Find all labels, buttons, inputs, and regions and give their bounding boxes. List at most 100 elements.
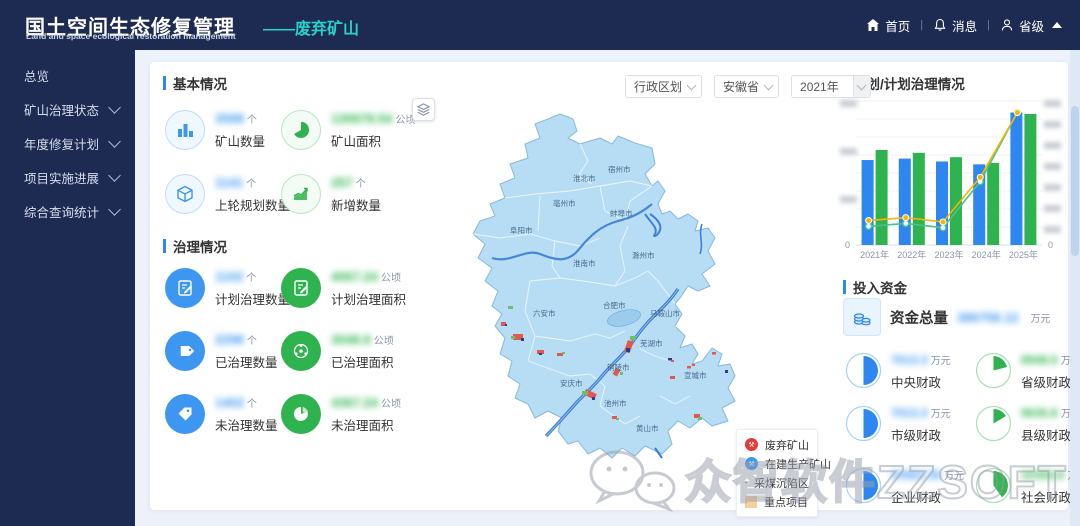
chevron-down-icon xyxy=(687,80,697,90)
fund-county: 9635.8万元 县级财政 xyxy=(975,405,1080,444)
fund-enterprise: 20563.35万元 企业财政 xyxy=(845,467,964,506)
svg-text:铜陵市: 铜陵市 xyxy=(607,362,630,372)
sidebar-item-query-stats[interactable]: 综合查询统计 xyxy=(0,194,135,228)
redacted-y-tick xyxy=(1044,226,1061,233)
map-legend: ⚒ 废弃矿山 ⚒ 在建生产矿山 采煤沉陷区 重点项目 xyxy=(736,429,818,517)
scrollbar-thumb[interactable] xyxy=(1071,106,1079,256)
funds-total: 资金总量 386758.12 万元 xyxy=(843,298,1050,336)
svg-text:2023年: 2023年 xyxy=(934,249,963,260)
coins-icon xyxy=(843,298,881,336)
chevron-down-icon xyxy=(857,80,867,90)
redacted-y-tick xyxy=(840,100,857,107)
province-select[interactable]: 安徽省 xyxy=(714,75,779,98)
stat-treated-count: 2298个 已治理数量 xyxy=(165,331,283,371)
quarter-pie-icon xyxy=(975,352,1012,389)
svg-text:马鞍山市: 马鞍山市 xyxy=(650,308,680,318)
svg-text:亳州市: 亳州市 xyxy=(553,198,576,208)
stat-mine-count: 3598个 矿山数量 xyxy=(165,110,283,150)
chevron-down-icon xyxy=(108,135,121,148)
nav-messages[interactable]: 消息 xyxy=(933,16,977,35)
quarter-pie-icon xyxy=(975,405,1012,442)
sidebar-item-mine-status[interactable]: 矿山治理状态 xyxy=(0,92,135,126)
layers-icon xyxy=(416,102,431,117)
half-pie-icon xyxy=(845,405,882,442)
sidebar-item-overview[interactable]: 总览 xyxy=(0,58,135,92)
redacted-y-tick xyxy=(1044,163,1061,170)
stat-mine-area: 130678.54公顷 矿山面积 xyxy=(281,110,399,150)
legend-key-project[interactable]: 重点项目 xyxy=(745,492,809,511)
redacted-y-tick xyxy=(1044,142,1061,149)
svg-text:滁州市: 滁州市 xyxy=(632,250,655,260)
redacted-y-tick xyxy=(840,196,857,203)
stat-new-count: 257个 新增数量 xyxy=(281,174,399,214)
network-icon xyxy=(281,331,321,371)
treatment-trend-chart: 2021年2022年2023年2024年2025年00 xyxy=(840,92,1058,270)
app-header: 国土空间生态修复管理 Land and space ecological res… xyxy=(0,0,1080,50)
bar-chart-icon xyxy=(165,110,205,150)
half-pie-icon xyxy=(845,352,882,389)
sidebar-item-project-progress[interactable]: 项目实施进展 xyxy=(0,160,135,194)
half-pie-icon xyxy=(845,467,882,504)
orange-square-marker-icon xyxy=(745,496,757,508)
svg-text:宣城市: 宣城市 xyxy=(684,370,707,380)
edit-doc-icon xyxy=(281,268,321,308)
chevron-down-icon xyxy=(108,101,121,114)
stat-planned-treat-count: 1102个 计划治理数量 xyxy=(165,268,283,308)
third-pie-icon xyxy=(975,467,1012,504)
stat-untreated-count: 1402个 未治理数量 xyxy=(165,394,283,434)
svg-text:六安市: 六安市 xyxy=(533,308,556,318)
redacted-y-tick xyxy=(1044,184,1061,191)
year-select[interactable]: 2021年 xyxy=(791,75,871,98)
section-treatment-info: 治理情况 xyxy=(163,236,227,256)
app-title-suffix: ——废弃矿山 xyxy=(263,15,359,39)
chevron-down-icon xyxy=(108,203,121,216)
sidebar: 总览 矿山治理状态 年度修复计划 项目实施进展 综合查询统计 xyxy=(0,50,135,526)
stat-prev-plan-count: 1141个 上轮规划数量 xyxy=(165,174,283,214)
user-icon xyxy=(1000,18,1014,32)
nav-separator: | xyxy=(987,19,990,31)
header-nav: 首页 | 消息 | 省级 xyxy=(866,0,1062,50)
svg-text:蚌埠市: 蚌埠市 xyxy=(610,208,633,218)
legend-producing-mine[interactable]: ⚒ 在建生产矿山 xyxy=(745,454,809,473)
redacted-y-tick xyxy=(1044,100,1061,107)
svg-text:0: 0 xyxy=(845,240,850,250)
section-funds-title: 投入资金 xyxy=(843,277,907,297)
svg-text:宿州市: 宿州市 xyxy=(608,164,631,174)
edit-doc-icon xyxy=(165,268,205,308)
svg-text:2022年: 2022年 xyxy=(897,249,926,260)
tag-icon xyxy=(165,331,205,371)
svg-text:2021年: 2021年 xyxy=(860,249,889,260)
redacted-y-tick xyxy=(840,148,857,155)
cube-icon xyxy=(165,174,205,214)
svg-text:淮北市: 淮北市 xyxy=(573,173,596,183)
sidebar-item-annual-plan[interactable]: 年度修复计划 xyxy=(0,126,135,160)
home-icon xyxy=(866,18,880,32)
filter-bar: 行政区划 安徽省 2021年 xyxy=(625,75,871,98)
blue-mine-marker-icon: ⚒ xyxy=(745,457,758,470)
nav-home[interactable]: 首页 xyxy=(866,16,910,35)
map-layers-button[interactable] xyxy=(412,98,435,121)
svg-text:2024年: 2024年 xyxy=(972,249,1001,260)
fund-central: 7013.3万元 中央财政 xyxy=(845,352,951,391)
svg-text:0: 0 xyxy=(1048,240,1053,250)
red-mine-marker-icon: ⚒ xyxy=(745,438,758,451)
app-brand: 国土空间生态修复管理 Land and space ecological res… xyxy=(25,11,359,40)
redacted-y-tick xyxy=(1044,121,1061,128)
svg-text:黄山市: 黄山市 xyxy=(636,423,659,433)
nav-separator: | xyxy=(920,19,923,31)
caret-up-icon xyxy=(1052,22,1062,28)
fund-municipal: 7013.3万元 市级财政 xyxy=(845,405,951,444)
svg-text:芜湖市: 芜湖市 xyxy=(640,338,663,348)
section-basic-info: 基本情况 xyxy=(163,73,227,93)
fund-provincial: 8948.5万元 省级财政 xyxy=(975,352,1080,391)
pie-chart-icon xyxy=(281,110,321,150)
legend-subsidence-area[interactable]: 采煤沉陷区 xyxy=(745,473,809,492)
redacted-y-tick xyxy=(1044,205,1061,212)
scrollbar-track[interactable] xyxy=(1070,50,1080,526)
region-type-select[interactable]: 行政区划 xyxy=(625,75,702,98)
black-subsidence-marker-icon xyxy=(745,476,747,489)
pie-chart-icon xyxy=(281,394,321,434)
nav-user-level[interactable]: 省级 xyxy=(1000,16,1062,35)
legend-abandoned-mine[interactable]: ⚒ 废弃矿山 xyxy=(745,435,809,454)
svg-text:安庆市: 安庆市 xyxy=(560,378,583,388)
